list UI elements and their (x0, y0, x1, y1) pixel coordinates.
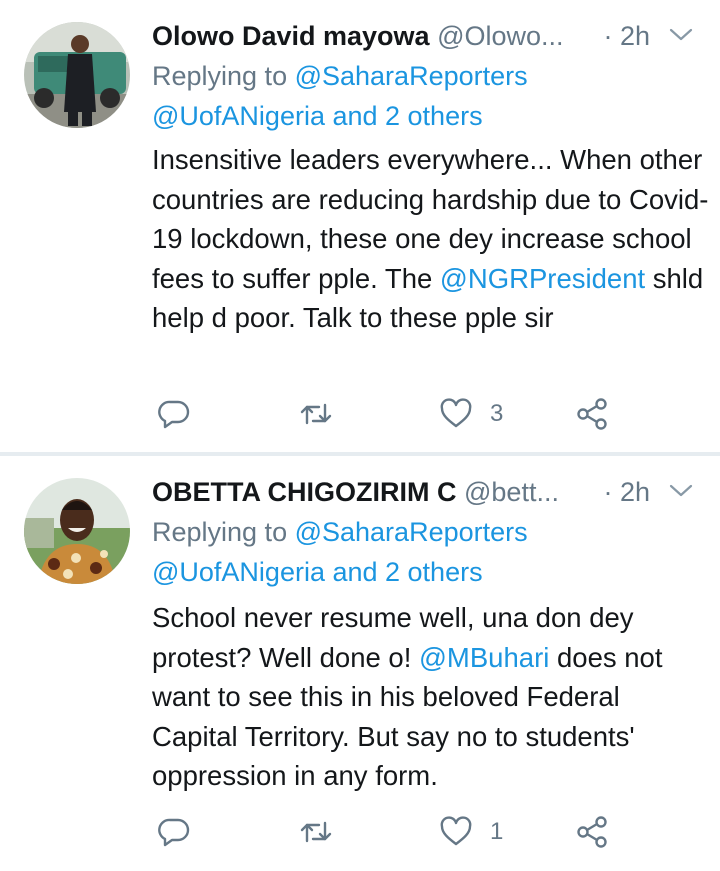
retweet-icon (300, 821, 332, 843)
share-button[interactable] (574, 394, 610, 434)
share-icon (577, 398, 607, 430)
avatar[interactable] (24, 22, 130, 128)
mention-link[interactable]: @UofANigeria and 2 others (152, 101, 483, 131)
mention-link[interactable]: @MBuhari (419, 642, 549, 673)
timestamp[interactable]: · 2h (603, 18, 650, 54)
tweet-header: OBETTA CHIGOZIRIM C @bett... · 2h (152, 474, 702, 510)
reply-icon (158, 400, 190, 429)
mention-link[interactable]: @NGRPresident (440, 263, 645, 294)
reply-icon (158, 818, 190, 847)
replying-prefix: Replying to (152, 517, 295, 547)
share-button[interactable] (574, 812, 610, 852)
like-count: 1 (490, 818, 504, 845)
like-button[interactable]: 3 (438, 394, 503, 434)
share-icon (577, 816, 607, 848)
user-handle[interactable]: @Olowo... (437, 21, 563, 51)
chevron-down-icon[interactable] (668, 24, 694, 46)
display-name[interactable]: Olowo David mayowa (152, 21, 430, 51)
reply-button[interactable] (156, 394, 192, 434)
mention-link[interactable]: @UofANigeria and 2 others (152, 557, 483, 587)
replying-to: Replying to @SaharaReporters @UofANigeri… (152, 56, 692, 136)
tweet-actions: 1 (152, 812, 632, 852)
replying-to: Replying to @SaharaReporters @UofANigeri… (152, 512, 692, 592)
tweet[interactable]: Olowo David mayowa @Olowo... · 2h Replyi… (0, 0, 720, 452)
tweet[interactable]: OBETTA CHIGOZIRIM C @bett... · 2h Replyi… (0, 456, 720, 871)
timestamp[interactable]: · 2h (603, 474, 650, 510)
chevron-down-icon[interactable] (668, 480, 694, 502)
retweet-button[interactable] (298, 812, 334, 852)
replying-prefix: Replying to (152, 61, 295, 91)
tweet-text: Insensitive leaders everywhere... When o… (152, 140, 712, 338)
reply-button[interactable] (156, 812, 192, 852)
heart-icon (440, 816, 472, 846)
heart-icon (440, 398, 472, 428)
display-name[interactable]: OBETTA CHIGOZIRIM C (152, 477, 456, 507)
mention-link[interactable]: @SaharaReporters (295, 517, 528, 547)
avatar[interactable] (24, 478, 130, 584)
like-button[interactable]: 1 (438, 812, 503, 852)
retweet-button[interactable] (298, 394, 334, 434)
retweet-icon (300, 403, 332, 425)
tweet-header: Olowo David mayowa @Olowo... · 2h (152, 18, 702, 54)
like-count: 3 (490, 400, 504, 427)
user-handle[interactable]: @bett... (464, 477, 559, 507)
tweet-text: School never resume well, una don dey pr… (152, 598, 712, 796)
mention-link[interactable]: @SaharaReporters (295, 61, 528, 91)
tweet-actions: 3 (152, 394, 632, 434)
